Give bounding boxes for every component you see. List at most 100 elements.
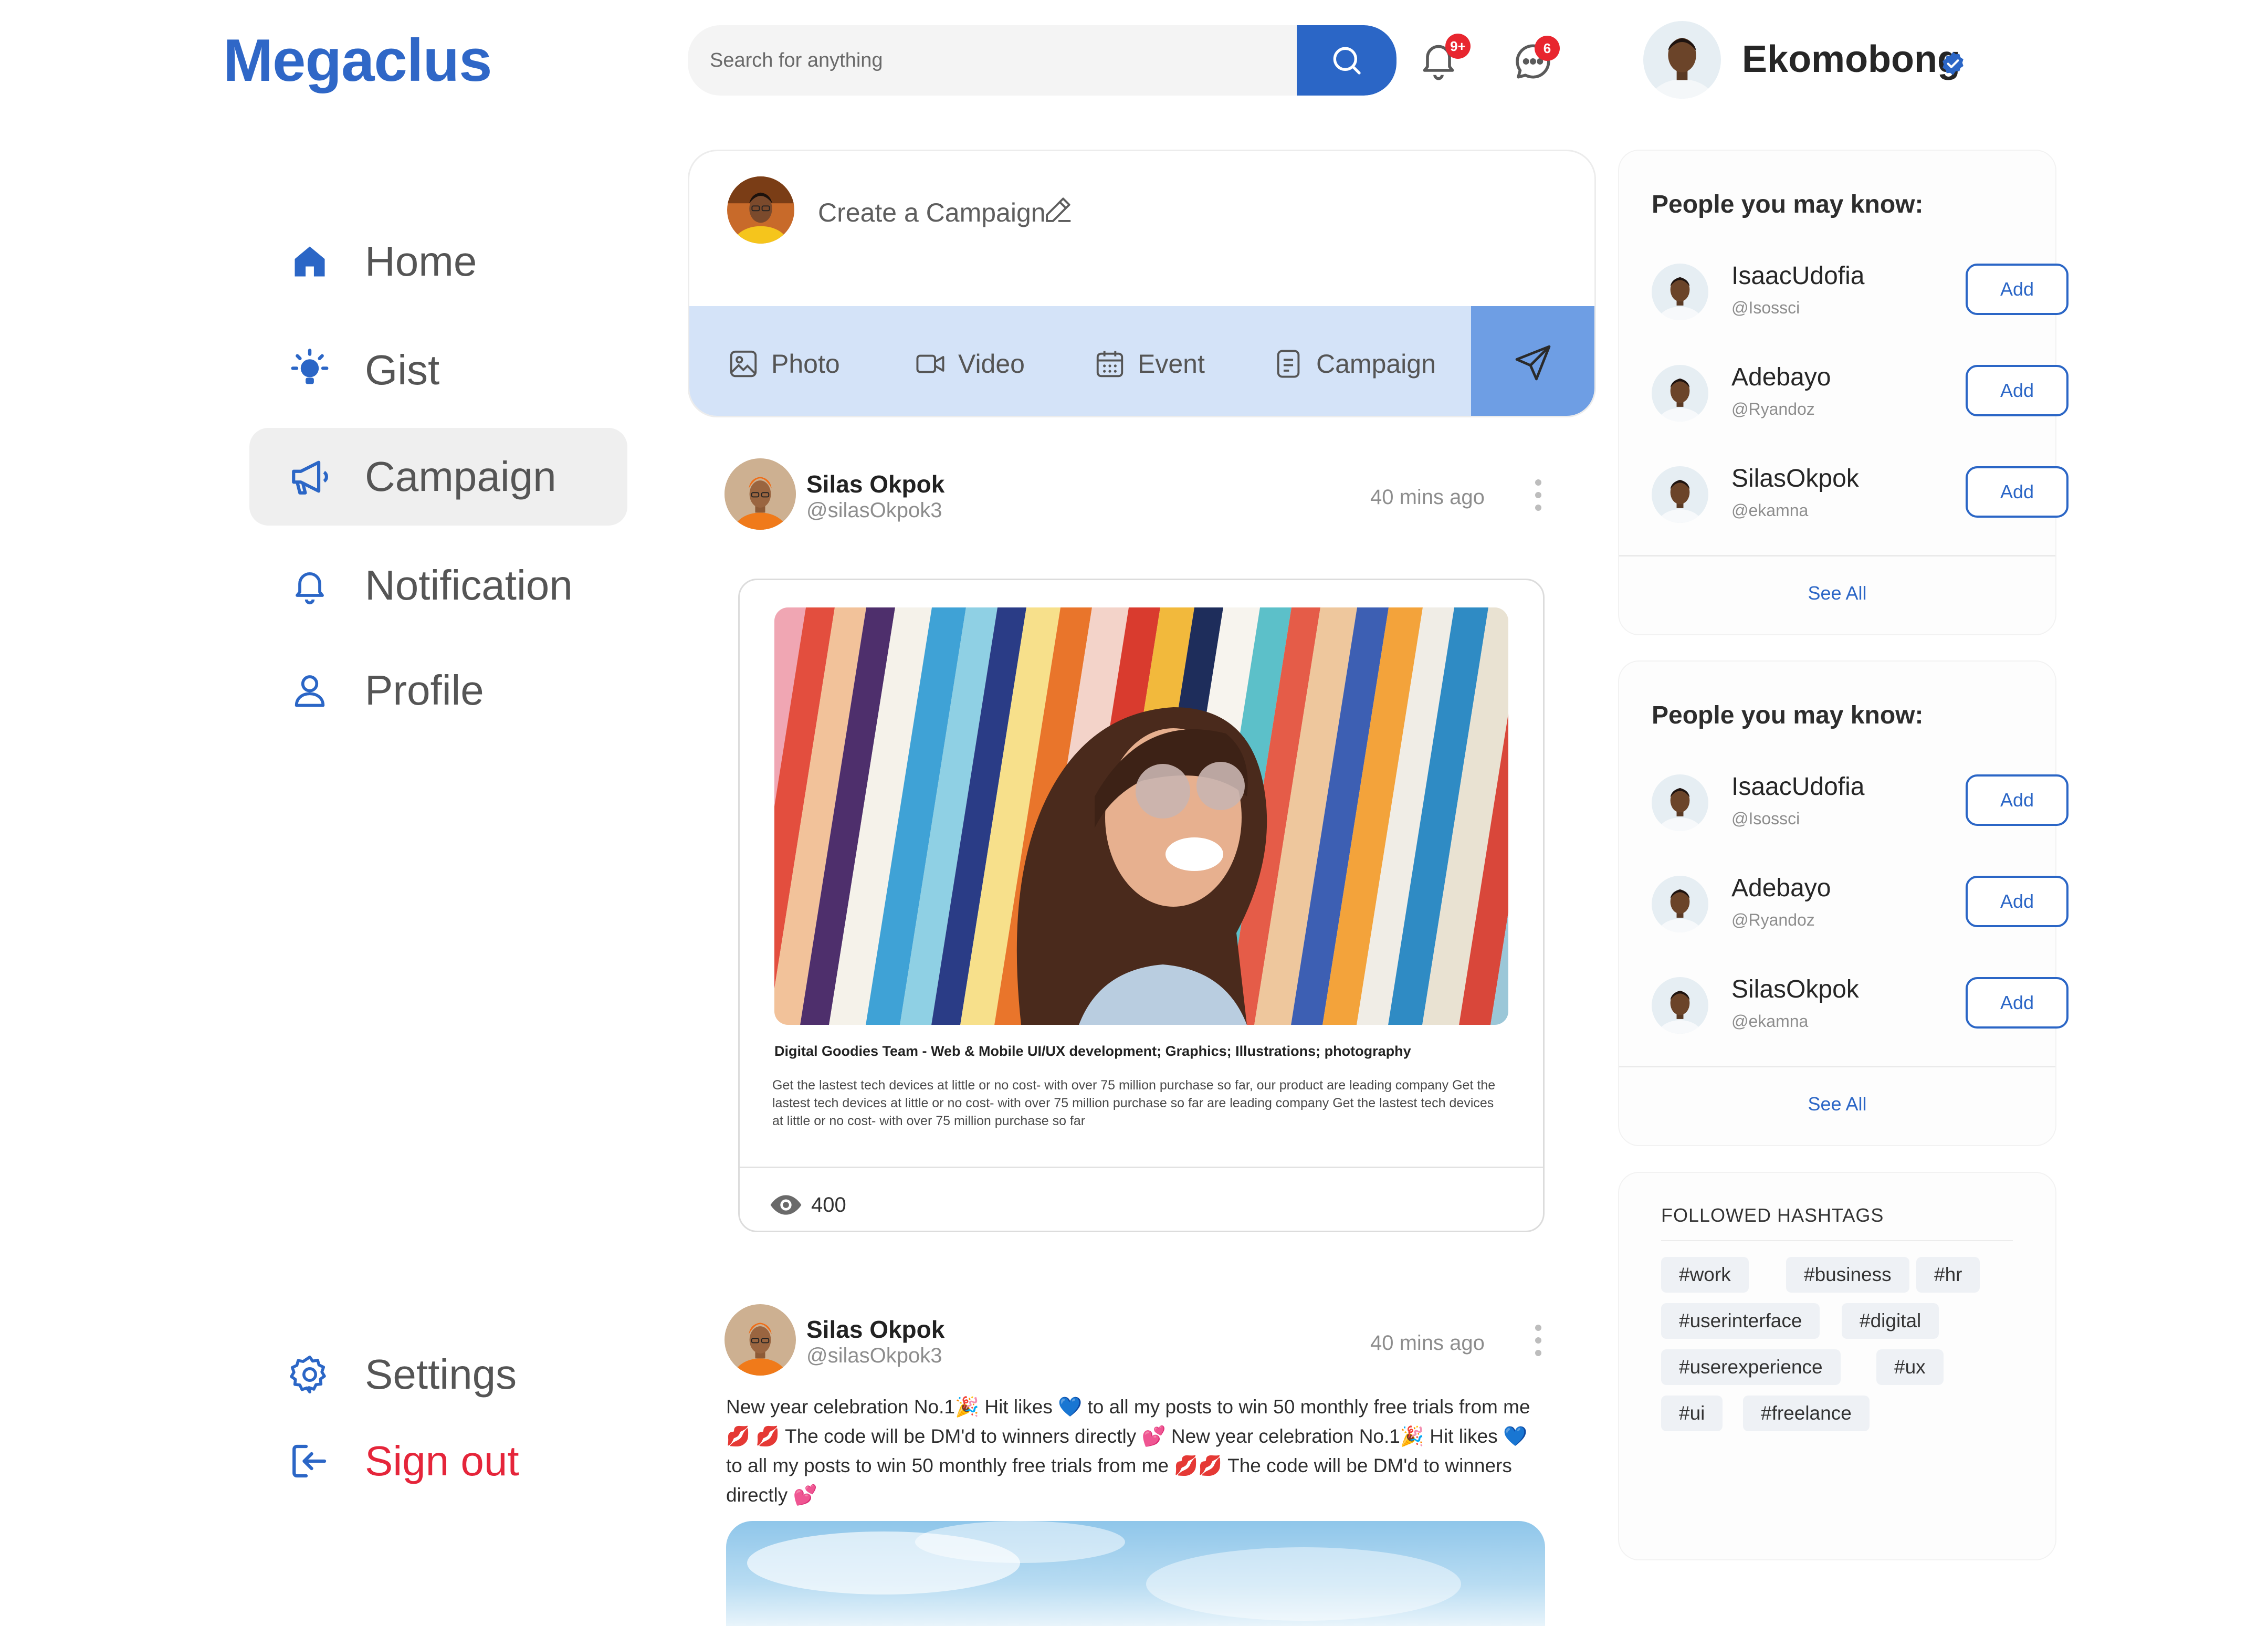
- suggestion-name[interactable]: Adebayo: [1731, 874, 1831, 903]
- suggestion-name[interactable]: IsaacUdofia: [1731, 261, 1864, 290]
- composer-toolbar: Photo Video Event Campaign: [689, 306, 1594, 416]
- tool-label: Event: [1138, 349, 1205, 379]
- sidebar-item-profile[interactable]: Profile: [249, 642, 627, 739]
- search-button[interactable]: [1297, 25, 1396, 96]
- suggestion-avatar[interactable]: [1652, 876, 1708, 932]
- add-friend-button[interactable]: Add: [1966, 264, 2068, 315]
- hashtag-chip[interactable]: #freelance: [1743, 1396, 1870, 1431]
- signout-button[interactable]: Sign out: [249, 1412, 627, 1510]
- suggestion-avatar[interactable]: [1652, 264, 1708, 320]
- signout-icon: [281, 1432, 339, 1490]
- sidebar-item-label: Home: [365, 238, 477, 285]
- event-tool[interactable]: Event: [1094, 338, 1205, 390]
- post-author-avatar[interactable]: [724, 1304, 796, 1376]
- add-friend-button[interactable]: Add: [1966, 466, 2068, 518]
- see-all-link[interactable]: See All: [1619, 1093, 2055, 1115]
- tool-label: Photo: [771, 349, 840, 379]
- suggestion-row: IsaacUdofia @Isossci Add: [1652, 772, 2068, 837]
- hashtag-chip[interactable]: #ux: [1876, 1349, 1944, 1385]
- suggestion-name[interactable]: IsaacUdofia: [1731, 772, 1864, 801]
- add-friend-button[interactable]: Add: [1966, 977, 2068, 1029]
- verified-badge-icon: [1940, 50, 1966, 79]
- suggestion-name[interactable]: Adebayo: [1731, 363, 1831, 392]
- sidebar-item-home[interactable]: Home: [249, 213, 627, 310]
- messages-button[interactable]: 6: [1504, 33, 1562, 90]
- image-icon: [730, 350, 757, 377]
- suggestion-handle: @Isossci: [1731, 298, 1800, 317]
- sidebar-item-gist[interactable]: Gist: [249, 321, 627, 419]
- megaphone-icon: [281, 448, 339, 506]
- hashtag-chip[interactable]: #hr: [1916, 1257, 1980, 1293]
- campaign-tool[interactable]: Campaign: [1272, 338, 1436, 390]
- search-input[interactable]: [688, 25, 1297, 96]
- tool-label: Video: [958, 349, 1025, 379]
- post-photo[interactable]: [726, 1521, 1545, 1626]
- hashtag-chip[interactable]: #userinterface: [1661, 1303, 1820, 1339]
- post-menu-button[interactable]: [1522, 1317, 1554, 1364]
- bell-icon: [281, 557, 339, 614]
- pencil-icon: [1042, 193, 1075, 228]
- campaign-composer: Create a Campaign Photo Video Event Camp…: [688, 150, 1596, 417]
- see-all-link[interactable]: See All: [1619, 582, 2055, 604]
- suggestion-avatar[interactable]: [1652, 466, 1708, 523]
- user-icon: [281, 662, 339, 719]
- people-suggestions-panel: People you may know: IsaacUdofia @Isossc…: [1618, 660, 2068, 1146]
- hashtags-divider: [1661, 1240, 2013, 1241]
- hashtag-chip[interactable]: #userexperience: [1661, 1349, 1841, 1385]
- post-author-handle: @silasOkpok3: [806, 1344, 942, 1367]
- user-name[interactable]: Ekomobong: [1742, 38, 1960, 81]
- suggestion-avatar[interactable]: [1652, 365, 1708, 422]
- composer-avatar: [727, 176, 794, 244]
- suggestion-handle: @Ryandoz: [1731, 400, 1815, 418]
- people-suggestions-panel: People you may know: IsaacUdofia @Isossc…: [1618, 150, 2068, 635]
- campaign-card-body: Get the lastest tech devices at little o…: [772, 1078, 1496, 1128]
- hashtags-title: FOLLOWED HASHTAGS: [1661, 1204, 1884, 1226]
- view-count-value: 400: [811, 1193, 846, 1216]
- hashtag-chip[interactable]: #digital: [1842, 1303, 1939, 1339]
- hashtag-chip[interactable]: #work: [1661, 1257, 1749, 1293]
- brand-logo[interactable]: Megaclus: [223, 26, 492, 95]
- suggestion-name[interactable]: SilasOkpok: [1731, 975, 1859, 1004]
- sidebar-item-label: Campaign: [365, 453, 556, 500]
- post-text: New year celebration No.1🎉 Hit likes 💙 t…: [726, 1396, 1530, 1506]
- suggestion-handle: @Ryandoz: [1731, 910, 1815, 929]
- hashtag-chip[interactable]: #ui: [1661, 1396, 1723, 1431]
- add-friend-button[interactable]: Add: [1966, 774, 2068, 826]
- suggestion-avatar[interactable]: [1652, 774, 1708, 831]
- document-icon: [1277, 350, 1300, 378]
- sidebar-item-campaign[interactable]: Campaign: [249, 428, 627, 526]
- add-friend-button[interactable]: Add: [1966, 876, 2068, 927]
- suggestion-row: Adebayo @Ryandoz Add: [1652, 363, 2068, 428]
- suggestion-row: SilasOkpok @ekamna Add: [1652, 975, 2068, 1040]
- tool-label: Campaign: [1316, 349, 1436, 379]
- send-button[interactable]: [1471, 306, 1594, 416]
- create-campaign-prompt: Create a Campaign: [818, 198, 1046, 227]
- settings-button[interactable]: Settings: [249, 1326, 627, 1423]
- notifications-button[interactable]: 9+: [1410, 30, 1471, 88]
- sidebar-item-notification[interactable]: Notification: [249, 537, 627, 634]
- suggestion-avatar[interactable]: [1652, 977, 1708, 1034]
- post-author-name[interactable]: Silas Okpok: [806, 1315, 944, 1344]
- campaign-card-title: Digital Goodies Team - Web & Mobile UI/U…: [774, 1043, 1411, 1059]
- suggestion-name[interactable]: SilasOkpok: [1731, 464, 1859, 493]
- panel-divider: [1619, 1066, 2055, 1067]
- panel-title: People you may know:: [1652, 701, 1924, 729]
- add-friend-button[interactable]: Add: [1966, 365, 2068, 416]
- composer-input-area[interactable]: Create a Campaign: [689, 151, 1594, 306]
- video-icon: [916, 354, 944, 373]
- suggestion-row: SilasOkpok @ekamna Add: [1652, 464, 2068, 529]
- photo-tool[interactable]: Photo: [727, 338, 840, 390]
- hashtag-chip[interactable]: #business: [1786, 1257, 1909, 1293]
- campaign-card[interactable]: Digital Goodies Team - Web & Mobile UI/U…: [738, 579, 1545, 1232]
- suggestion-handle: @ekamna: [1731, 501, 1809, 520]
- post-timestamp: 40 mins ago: [1370, 1331, 1485, 1355]
- calendar-icon: [1096, 351, 1124, 377]
- post-author-name[interactable]: Silas Okpok: [806, 470, 944, 498]
- user-avatar[interactable]: [1643, 21, 1721, 99]
- suggestion-handle: @Isossci: [1731, 809, 1800, 828]
- campaign-photo: [774, 607, 1508, 1025]
- post-author-avatar[interactable]: [724, 458, 796, 530]
- video-tool[interactable]: Video: [914, 338, 1025, 390]
- post-menu-button[interactable]: [1522, 471, 1554, 519]
- notifications-badge: 9+: [1445, 34, 1471, 59]
